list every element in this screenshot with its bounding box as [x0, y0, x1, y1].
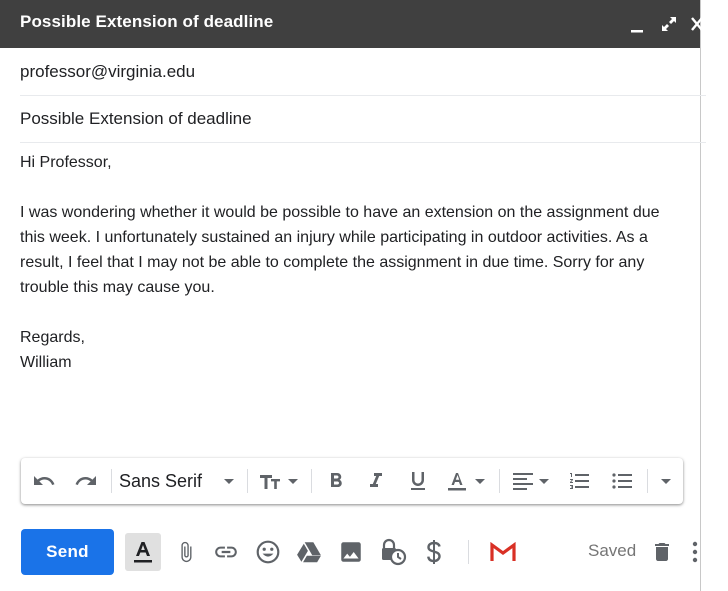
google-drive-icon	[297, 542, 321, 563]
insert-link-button[interactable]	[211, 533, 241, 571]
insert-photo-icon	[341, 542, 361, 562]
formatting-options-button[interactable]	[125, 533, 161, 571]
underline-button[interactable]	[403, 458, 433, 504]
insert-photo-button[interactable]	[336, 533, 366, 571]
redo-icon	[75, 476, 96, 485]
send-money-button[interactable]	[420, 533, 448, 571]
bold-button[interactable]	[321, 458, 351, 504]
bold-icon	[331, 473, 342, 487]
text-color-button[interactable]	[443, 458, 491, 504]
expand-icon[interactable]	[660, 14, 678, 34]
bulleted-list-button[interactable]	[607, 458, 637, 504]
redo-button[interactable]	[71, 458, 101, 504]
paragraph-line: I was wondering whether it would be poss…	[20, 204, 660, 221]
close-icon[interactable]	[690, 14, 704, 34]
paragraph-line: trouble this may cause you.	[20, 279, 215, 296]
align-button[interactable]	[509, 458, 557, 504]
send-money-icon	[427, 540, 441, 564]
numbered-list-button[interactable]	[565, 458, 595, 504]
message-body[interactable]: Hi Professor, I was wondering whether it…	[20, 150, 700, 375]
text-color-icon	[448, 473, 485, 491]
text-size-button[interactable]	[255, 458, 303, 504]
delete-draft-button[interactable]	[649, 533, 675, 571]
attach-file-button[interactable]	[173, 533, 199, 571]
delete-icon	[655, 543, 669, 561]
greeting-line: Hi Professor,	[20, 154, 112, 171]
google-drive-button[interactable]	[294, 533, 324, 571]
font-family-select[interactable]: Sans Serif	[119, 458, 241, 504]
recipient-address: professor@virginia.edu	[20, 62, 196, 81]
gmail-logo-button[interactable]	[488, 533, 518, 571]
insert-link-icon	[215, 546, 237, 558]
underline-icon	[411, 472, 425, 490]
gmail-logo-icon	[490, 542, 516, 561]
to-field[interactable]: professor@virginia.edu	[20, 48, 706, 96]
undo-icon	[34, 476, 55, 485]
paragraph-line: result, I feel that I may not be able to…	[20, 254, 645, 271]
more-options-button[interactable]	[690, 533, 700, 571]
send-button[interactable]: Send	[21, 529, 114, 575]
paragraph-line: this week. I unfortunately sustained an …	[20, 229, 648, 246]
dropdown-arrow-icon	[224, 479, 234, 484]
compose-titlebar[interactable]: Possible Extension of deadline	[0, 0, 703, 48]
font-family-value: Sans Serif	[119, 470, 203, 491]
saved-status: Saved	[588, 541, 637, 560]
italic-button[interactable]	[361, 458, 391, 504]
emoji-button[interactable]	[253, 533, 283, 571]
compose-title: Possible Extension of deadline	[20, 12, 274, 31]
confidential-mode-icon	[382, 538, 407, 566]
numbered-list-icon	[570, 473, 589, 489]
more-formatting-icon	[661, 479, 671, 484]
text-size-icon	[260, 475, 298, 489]
more-options-icon	[692, 541, 698, 563]
compose-window: Possible Extension of deadline professor…	[0, 0, 706, 591]
subject-text: Possible Extension of deadline	[20, 109, 252, 128]
formatting-toolbar: Sans Serif	[21, 458, 683, 504]
formatting-options-icon	[134, 542, 152, 563]
emoji-icon	[256, 540, 280, 564]
bulleted-list-icon	[612, 473, 632, 489]
confidential-mode-button[interactable]	[378, 533, 408, 571]
italic-icon	[370, 473, 382, 487]
closing-line: Regards,	[20, 329, 85, 346]
align-icon	[513, 473, 549, 490]
minimize-icon[interactable]	[630, 16, 644, 36]
undo-button[interactable]	[29, 458, 59, 504]
more-formatting-button[interactable]	[653, 458, 679, 504]
signature-line: William	[20, 354, 72, 371]
subject-field[interactable]: Possible Extension of deadline	[20, 95, 706, 143]
attach-file-icon	[181, 541, 192, 563]
